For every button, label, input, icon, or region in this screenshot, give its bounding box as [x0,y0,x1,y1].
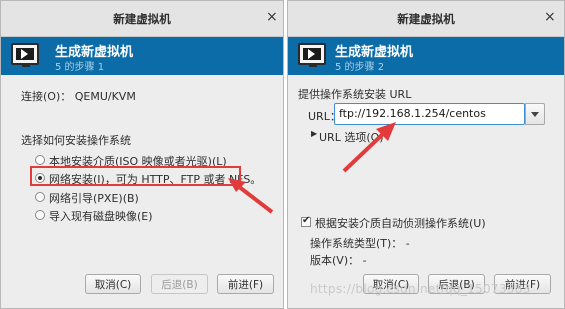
url-input[interactable]: ftp://192.168.1.254/centos [334,103,525,125]
annotation-arrow [342,122,396,173]
step-indicator: 5 的步骤 1 [55,62,105,73]
auto-detect-label: 根据安装介质自动侦测操作系统(U) [315,217,486,230]
forward-button[interactable]: 前进(F) [217,274,274,294]
connection-label: 连接(O)： QEMU/KVM [21,90,136,103]
option-label: 导入现有磁盘映像(E) [49,210,153,223]
install-method-heading: 选择如何安装操作系统 [21,134,131,147]
annotation-highlight-box [30,166,241,186]
radio-pxe[interactable] [35,192,45,202]
url-options-label: URL 选项(O) [319,131,384,144]
watermark: https://blog.csdn.net/qq_15073383 [310,282,531,296]
expander-arrow-icon: ▶ [311,129,318,138]
radio-import-disk[interactable] [35,210,45,220]
back-button[interactable]: 后退(B) [151,274,208,294]
close-icon[interactable]: × [544,9,556,25]
new-vm-dialog-step1: 新建虚拟机 × 生成新虚拟机 5 的步骤 1 连接(O)： QEMU/KVM 选… [0,0,284,309]
option-label: 网络引导(PXE)(B) [49,192,139,205]
wizard-banner: 生成新虚拟机 5 的步骤 1 [1,37,283,75]
step-indicator: 5 的步骤 2 [335,62,385,73]
window-title: 新建虚拟机 [113,12,171,26]
vm-monitor-icon [298,43,326,67]
new-vm-dialog-step2: 新建虚拟机 × 生成新虚拟机 5 的步骤 2 提供操作系统安装 URL URL：… [287,0,565,309]
version-label: 版本(V)： - [310,254,367,267]
title-bar[interactable]: 新建虚拟机 × [288,1,564,37]
cancel-button[interactable]: 取消(C) [85,274,141,294]
url-dropdown-button[interactable] [525,103,545,125]
wizard-banner: 生成新虚拟机 5 的步骤 2 [288,37,564,75]
url-prompt: 提供操作系统安装 URL [298,88,412,101]
title-bar[interactable]: 新建虚拟机 × [1,1,283,37]
os-type-label: 操作系统类型(T)： - [310,237,410,250]
window-title: 新建虚拟机 [397,12,455,26]
auto-detect-checkbox[interactable] [301,215,311,227]
vm-monitor-icon [11,43,39,67]
close-icon[interactable]: × [266,9,278,25]
radio-local-media[interactable] [35,155,45,165]
